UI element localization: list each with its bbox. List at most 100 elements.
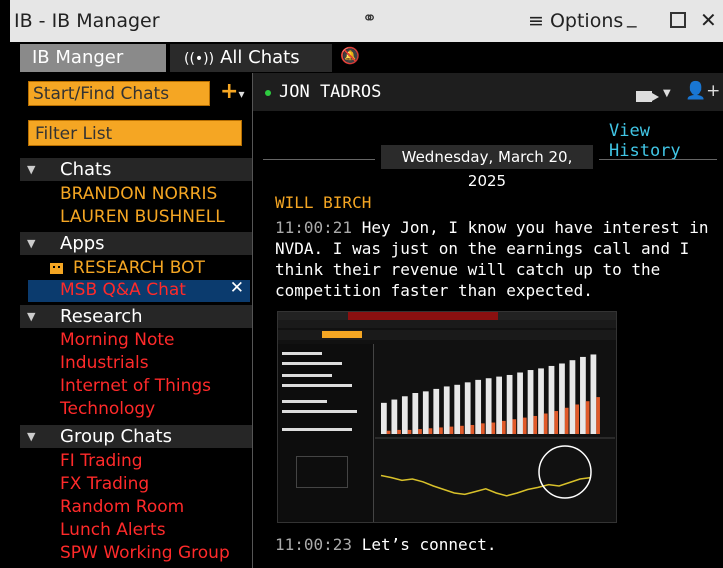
chevron-down-icon[interactable]: ▼	[663, 88, 671, 99]
collapse-arrow-icon: ▼	[27, 237, 36, 250]
minimize-button[interactable]: _	[627, 6, 637, 28]
section-chats[interactable]: ▼ Chats	[20, 158, 252, 181]
chart-bar-secondary	[522, 417, 527, 434]
sidebar-item-internet-of-things[interactable]: Internet of Things	[60, 376, 211, 396]
sidebar-item-technology[interactable]: Technology	[60, 399, 155, 419]
collapse-arrow-icon: ▼	[27, 310, 36, 323]
chart-bar-secondary	[585, 401, 590, 434]
screenshot-toolbar	[278, 312, 616, 320]
divider	[599, 159, 717, 160]
sidebar-item-lauren-bushnell[interactable]: LAUREN BUSHNELL	[60, 207, 225, 227]
screenshot-text-line	[282, 374, 332, 377]
sidebar-item-brandon-norris[interactable]: BRANDON NORRIS	[60, 184, 217, 204]
section-label: Group Chats	[60, 426, 172, 447]
sidebar-item-fx-trading[interactable]: FX Trading	[60, 474, 149, 494]
tab-all-chats[interactable]: ((•)) All Chats	[170, 44, 332, 72]
start-find-chats-input[interactable]: Start/Find Chats	[28, 81, 210, 106]
message-timestamp: 11:00:23	[275, 535, 353, 554]
chart-bar-secondary	[439, 427, 443, 434]
chart-bar	[443, 386, 450, 434]
chart-bar	[548, 365, 555, 434]
filter-list-input[interactable]: Filter List	[28, 120, 242, 146]
chart-bar-secondary	[543, 413, 548, 434]
add-user-icon[interactable]: 👤+	[685, 81, 720, 101]
sidebar-item-msb-qa-chat[interactable]: MSB Q&A Chat ✕	[28, 278, 250, 302]
chart-bar	[464, 382, 471, 434]
chart-bar	[422, 391, 429, 434]
chart-bar	[485, 378, 492, 434]
screenshot-text-line	[282, 384, 352, 387]
chart-bar	[559, 363, 565, 434]
chart-bar	[475, 379, 482, 434]
chart-bar-secondary	[470, 424, 475, 434]
screenshot-text-line	[282, 410, 357, 413]
tab-bar: IB Manger ((•)) All Chats 🔕	[10, 42, 723, 72]
chart-bar	[391, 399, 398, 434]
chat-message: 11:00:23 Let’s connect.	[275, 535, 497, 554]
chart-bar	[569, 360, 576, 434]
collapse-arrow-icon: ▼	[27, 163, 36, 176]
section-group-chats[interactable]: ▼ Group Chats	[20, 425, 252, 448]
window-title: IB - IB Manager	[14, 10, 160, 32]
robot-icon	[50, 262, 63, 274]
attachment-image[interactable]	[277, 311, 617, 523]
ib-manager-window: IB - IB Manager ⚭ ≡ Options _ ✕ IB Mange…	[10, 0, 723, 568]
options-menu-button[interactable]: ≡ Options	[528, 10, 623, 32]
sidebar-item-spw-working-group[interactable]: SPW Working Group	[60, 543, 230, 563]
chart-bar	[580, 356, 586, 434]
chart-bar	[506, 374, 513, 434]
chart-bar-secondary	[428, 428, 433, 434]
tab-ib-manager[interactable]: IB Manger	[20, 44, 166, 72]
chart-bar	[590, 354, 597, 434]
close-icon[interactable]: ✕	[230, 278, 244, 298]
chat-message: 11:00:21 Hey Jon, I know you have intere…	[275, 217, 715, 301]
close-window-button[interactable]: ✕	[700, 8, 717, 32]
screenshot-menu-bar	[278, 320, 616, 328]
sidebar-item-label: RESEARCH BOT	[73, 258, 205, 278]
chat-panel: JON TADROS ▼ 👤+ View History Wednesday, …	[253, 73, 723, 568]
mute-bell-icon[interactable]: 🔕	[340, 46, 360, 65]
sidebar-item-label: MSB Q&A Chat	[60, 280, 186, 300]
attachment-chart	[375, 354, 615, 499]
section-apps[interactable]: ▼ Apps	[20, 232, 252, 255]
screenshot-left-panel	[278, 344, 374, 522]
chart-bar-secondary	[596, 397, 600, 434]
view-history-link[interactable]: View History	[609, 121, 723, 161]
chart-bar	[412, 393, 419, 434]
chart-bar-secondary	[481, 423, 485, 434]
chart-bar-secondary	[418, 429, 422, 434]
sidebar: Start/Find Chats +▾ Filter List ▼ Chats …	[20, 73, 253, 568]
section-research[interactable]: ▼ Research	[20, 305, 252, 328]
chart-bar-secondary	[554, 411, 559, 434]
chat-header: JON TADROS ▼ 👤+	[253, 73, 723, 111]
message-sender: WILL BIRCH	[275, 193, 372, 212]
sidebar-item-fi-trading[interactable]: FI Trading	[60, 451, 143, 471]
screenshot-drop-zone	[296, 456, 348, 488]
chart-bar	[517, 372, 523, 434]
broadcast-icon: ((•))	[184, 51, 215, 67]
sidebar-item-research-bot[interactable]: RESEARCH BOT	[50, 258, 205, 278]
sidebar-item-random-room[interactable]: Random Room	[60, 497, 184, 517]
screenshot-text-line	[282, 400, 327, 403]
collapse-arrow-icon: ▼	[27, 430, 36, 443]
section-label: Apps	[60, 233, 105, 254]
sidebar-item-industrials[interactable]: Industrials	[60, 353, 149, 373]
chart-bar-secondary	[407, 429, 412, 434]
video-camera-icon[interactable]	[636, 91, 659, 102]
chart-bar	[496, 376, 502, 434]
chart-bar-secondary	[386, 430, 391, 434]
link-icon[interactable]: ⚭	[362, 8, 377, 29]
online-status-icon	[265, 90, 271, 96]
title-bar: IB - IB Manager ⚭ ≡ Options _ ✕	[10, 0, 723, 42]
maximize-button[interactable]	[670, 12, 686, 28]
chart-bar	[381, 402, 387, 434]
divider	[263, 159, 375, 160]
screenshot-text-line	[282, 352, 322, 355]
chart-bar	[454, 384, 461, 434]
chart-bar-secondary	[564, 407, 569, 434]
screenshot-title-bar	[348, 312, 498, 320]
sidebar-item-morning-note[interactable]: Morning Note	[60, 330, 174, 350]
chart-bar-secondary	[460, 425, 464, 434]
new-chat-button[interactable]: +▾	[220, 79, 244, 104]
sidebar-item-lunch-alerts[interactable]: Lunch Alerts	[60, 520, 166, 540]
